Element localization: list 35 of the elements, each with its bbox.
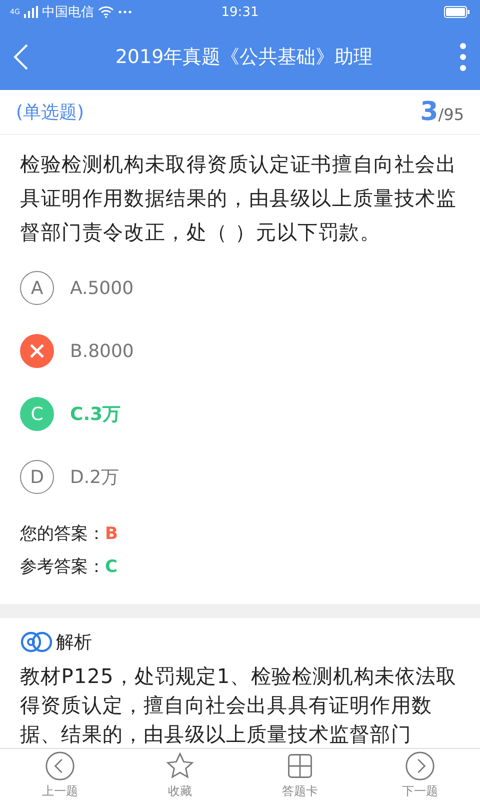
toolbar-button[interactable]: 答题卡 [260,749,340,800]
analysis-text: 教材P125，处罚规定1、检验检测机构未依法取得资质认定，擅自向社会出具具有证明作用数据、结果的，由县级以上质量技术监督部门 [19,663,458,748]
back-icon[interactable] [12,43,30,71]
answer-label: 参考答案： [20,556,105,578]
battery-icon [444,6,470,18]
answer-value: B [105,524,118,544]
option-text[interactable]: C.3万 [70,402,121,426]
wifi-icon [98,6,114,18]
toolbar-button[interactable]: 上一题 [20,749,100,800]
question-text: 检验检测机构未取得资质认定证书擅自向社会出具证明作用数据结果的，由县级以上质量技术监督部门责令改正，处（ ）元以下罚款。 [19,151,458,246]
more-icon [118,10,132,14]
option-text[interactable]: D.2万 [70,465,120,489]
signal-icon [24,6,38,18]
star-icon [164,751,196,781]
answer-value: C [105,556,118,576]
option-text[interactable]: A.5000 [70,278,134,298]
option-text[interactable]: B.8000 [70,340,134,362]
option-circle[interactable]: A [20,271,54,305]
analysis-icon [20,631,54,653]
analysis-title: 解析 [56,631,92,654]
previous-icon [44,751,76,781]
page-title: 2019年真题《公共基础》助理 [114,45,374,70]
carrier-name: 中国电信 [42,4,94,21]
clock-time: 19:31 [221,4,259,20]
answer-label: 您的答案： [20,523,105,545]
question-type: (单选题) [16,101,84,124]
option-circle[interactable]: D [20,460,54,494]
toolbar-button[interactable]: 下一题 [380,749,460,800]
question-number: 3 [420,97,438,127]
more-menu-icon[interactable] [458,42,468,72]
next-icon [404,751,436,781]
toolbar-button[interactable]: 收藏 [140,749,220,800]
question-total: /95 [438,105,464,124]
wrong-mark-icon[interactable] [20,334,54,368]
option-circle[interactable]: C [20,397,54,431]
